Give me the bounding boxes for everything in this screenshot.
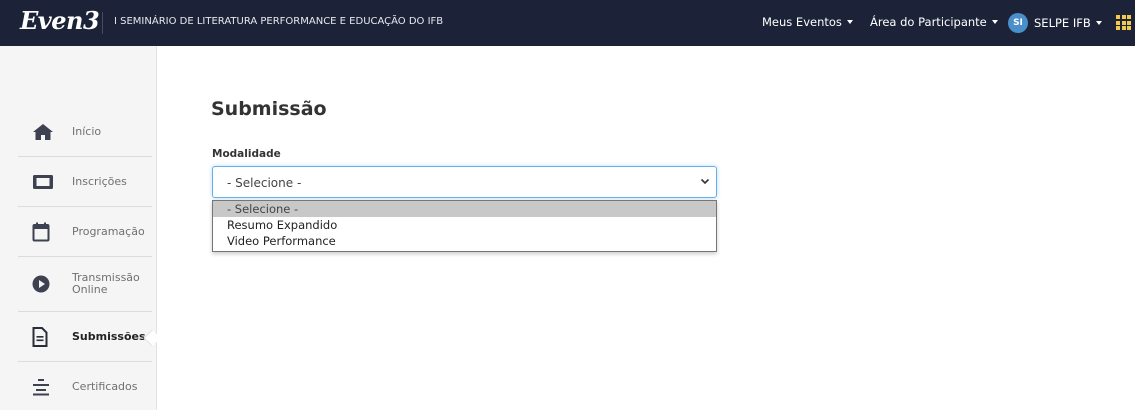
my-events-menu[interactable]: Meus Eventos	[762, 15, 853, 29]
sidebar-item-inscricoes[interactable]: Inscrições	[18, 157, 152, 207]
caret-down-icon	[991, 20, 998, 24]
caret-down-icon	[846, 20, 853, 24]
top-bar: Even3 I SEMINÁRIO DE LITERATURA PERFORMA…	[0, 0, 1135, 46]
sidebar-item-label: Programação	[72, 224, 145, 238]
sidebar-item-inicio[interactable]: Início	[18, 107, 152, 157]
home-icon	[32, 121, 58, 143]
modalidade-selected-value: - Selecione -	[227, 176, 302, 190]
event-title[interactable]: I SEMINÁRIO DE LITERATURA PERFORMANCE E …	[114, 16, 443, 27]
modalidade-dropdown-list: - Selecione - Resumo Expandido Video Per…	[212, 200, 717, 252]
page-title: Submissão	[211, 98, 327, 120]
caret-down-icon	[1095, 21, 1102, 25]
sidebar-item-label: Início	[72, 124, 102, 138]
modalidade-label: Modalidade	[212, 148, 281, 160]
avatar: SI	[1008, 13, 1028, 33]
sidebar-item-label: Certificados	[72, 380, 138, 393]
sidebar-item-submissoes[interactable]: Submissões	[18, 312, 152, 362]
sidebar-item-certificados[interactable]: Certificados	[18, 362, 152, 412]
dropdown-option[interactable]: Video Performance	[213, 233, 716, 249]
certificate-icon	[32, 376, 58, 398]
my-events-label: Meus Eventos	[762, 15, 842, 29]
sidebar-item-label: Transmissão Online	[72, 271, 140, 296]
modalidade-select[interactable]: - Selecione -	[212, 166, 717, 198]
sidebar-item-label: Inscrições	[72, 174, 127, 188]
even3-logo[interactable]: Even3	[20, 6, 100, 35]
participant-area-menu[interactable]: Área do Participante	[870, 15, 998, 29]
participant-area-label: Área do Participante	[870, 15, 987, 29]
logo-divider	[102, 12, 103, 34]
apps-grid-icon[interactable]	[1116, 15, 1131, 30]
document-icon	[32, 326, 58, 348]
sidebar-item-programacao[interactable]: Programação	[18, 207, 152, 257]
sidebar: Início Inscrições Programação Transmissã…	[0, 46, 161, 412]
dropdown-option[interactable]: Resumo Expandido	[213, 217, 716, 233]
sidebar-item-transmissao[interactable]: Transmissão Online	[18, 257, 152, 312]
calendar-icon	[32, 221, 58, 243]
ticket-icon	[32, 171, 58, 193]
sidebar-item-label: Submissões	[72, 329, 146, 343]
chevron-down-icon	[700, 178, 710, 185]
dropdown-option[interactable]: - Selecione -	[213, 201, 716, 217]
play-circle-icon	[32, 273, 58, 295]
user-menu[interactable]: SI SELPE IFB	[1008, 13, 1102, 33]
user-name: SELPE IFB	[1034, 16, 1091, 30]
